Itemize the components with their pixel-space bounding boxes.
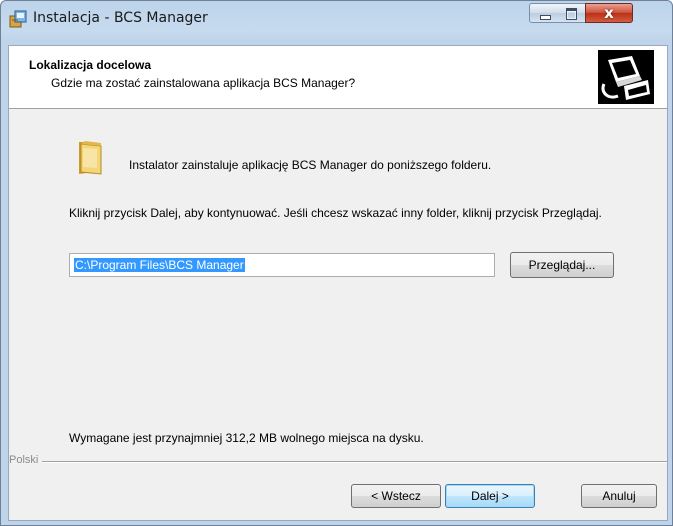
close-icon: x: [604, 4, 614, 22]
footer-separator: [9, 461, 667, 463]
installer-box-icon: [9, 10, 27, 28]
back-button[interactable]: < Wstecz: [351, 484, 441, 508]
browse-button[interactable]: Przeglądaj...: [510, 252, 614, 278]
install-path-field[interactable]: C:\Program Files\BCS Manager: [69, 253, 495, 277]
next-button[interactable]: Dalej >: [445, 484, 535, 508]
language-label: Polski: [9, 454, 43, 466]
maximize-icon: [566, 8, 577, 20]
close-button[interactable]: x: [585, 3, 633, 23]
minimize-button[interactable]: [529, 3, 559, 23]
disk-space-text: Wymagane jest przynajmniej 312,2 MB woln…: [69, 431, 424, 445]
maximize-button[interactable]: [558, 3, 586, 23]
minimize-icon: [540, 15, 551, 20]
title-bar[interactable]: Instalacja - BCS Manager x: [1, 1, 672, 37]
install-path-value[interactable]: C:\Program Files\BCS Manager: [74, 258, 245, 272]
wizard-header: Lokalizacja docelowa Gdzie ma zostać zai…: [9, 46, 667, 109]
wizard-page: Lokalizacja docelowa Gdzie ma zostać zai…: [8, 45, 668, 521]
folder-icon: [79, 141, 102, 175]
cancel-button[interactable]: Anuluj: [581, 484, 657, 508]
page-subtitle: Gdzie ma zostać zainstalowana aplikacja …: [51, 76, 356, 90]
intro-text: Instalator zainstaluje aplikację BCS Man…: [129, 158, 492, 172]
installer-window: Instalacja - BCS Manager x Lokalizacja d…: [0, 0, 673, 526]
window-title: Instalacja - BCS Manager: [33, 10, 208, 26]
computer-install-icon: [598, 50, 654, 104]
page-title: Lokalizacja docelowa: [29, 58, 152, 72]
instruction-text: Kliknij przycisk Dalej, aby kontynuować.…: [69, 206, 602, 220]
